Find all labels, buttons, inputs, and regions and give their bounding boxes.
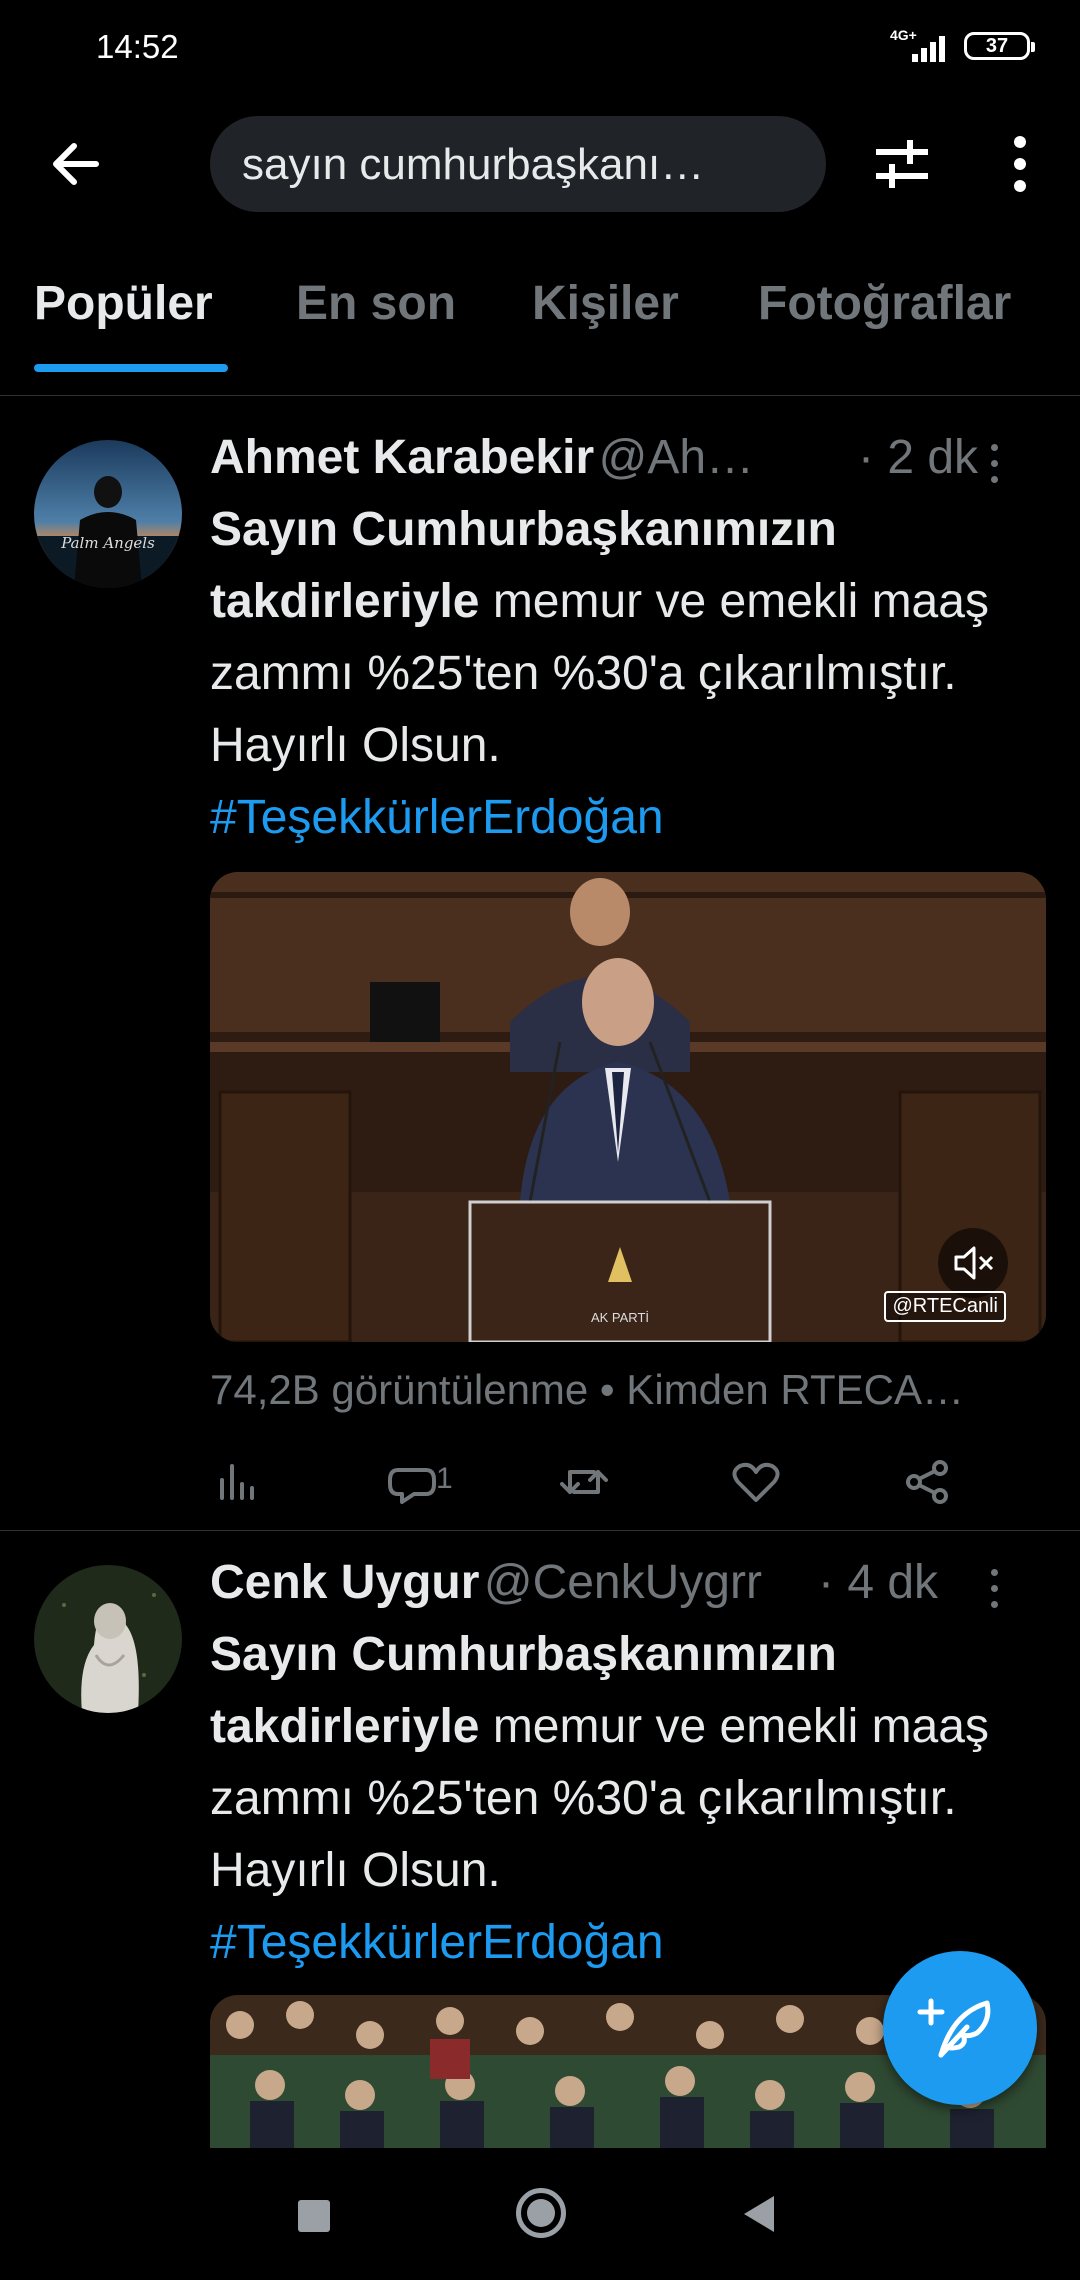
signal-icon [912,30,952,62]
svg-text:Palm Angels: Palm Angels [60,534,155,552]
tweet[interactable]: Palm Angels Ahmet Karabekir @Ah… · 2 dk … [0,396,1080,1530]
svg-text:AK PARTİ: AK PARTİ [591,1310,649,1325]
back-button[interactable] [44,132,108,196]
mute-button[interactable] [938,1228,1008,1298]
avatar-image [34,1565,182,1713]
video-thumbnail: AK PARTİ [210,872,1046,1342]
arrow-left-icon [53,143,99,185]
bar-chart-icon [220,1464,254,1500]
tab-popular[interactable]: Popüler [34,276,213,331]
recents-button[interactable] [298,2200,330,2232]
search-filter-button[interactable] [870,132,934,196]
author-handle[interactable]: @Ah… [599,431,754,484]
retweet-icon [560,1470,608,1494]
share-button[interactable] [898,1452,958,1512]
tweet-more-icon[interactable] [988,1569,1000,1609]
battery-level: 37 [985,35,1009,57]
tweet-more-icon[interactable] [988,444,1000,484]
reply-button[interactable]: 1 [382,1452,482,1512]
tweet-time[interactable]: · 2 dk [858,430,978,485]
share-icon [906,1460,948,1504]
tab-people[interactable]: Kişiler [532,276,679,331]
status-bar: 14:52 4G+ 37 [0,0,1080,96]
hashtag-link[interactable]: #TeşekkürlerErdoğan [210,1916,664,1969]
video-watermark: @RTECanli [884,1291,1006,1322]
tweet-header: Cenk Uygur @CenkUygrr · 4 dk [210,1555,1040,1615]
tweet-video[interactable]: AK PARTİ @RTECanli [210,872,1046,1342]
volume-mute-icon [954,1246,994,1280]
tweet-time[interactable]: · 4 dk [818,1555,938,1610]
view-count: 74,2B görüntülenme • Kimden RTECA… [210,1366,964,1413]
feather-plus-icon [917,1998,991,2058]
battery-icon: 37 [964,32,1035,60]
status-time: 14:52 [96,28,179,65]
tweet-actions: 1 [210,1452,1040,1512]
heart-icon [732,1462,780,1502]
tab-photos[interactable]: Fotoğraflar [758,276,1011,331]
tweet-text: Sayın Cumhurbaşkanımızın takdirleriyle m… [210,494,1040,854]
home-button[interactable] [516,2188,566,2238]
more-options-button[interactable] [988,132,1052,196]
analytics-button[interactable] [210,1452,270,1512]
search-tabs: Popüler En son Kişiler Fotoğraflar [0,246,1080,396]
system-navigation-bar [0,2148,1080,2280]
active-tab-indicator [34,364,228,372]
avatar-image: Palm Angels [34,440,182,588]
vertical-dots-icon [1014,136,1026,192]
like-button[interactable] [726,1452,786,1512]
avatar[interactable] [34,1565,182,1713]
comment-icon [388,1468,436,1504]
author-handle[interactable]: @CenkUygrr [484,1556,762,1609]
system-back-button[interactable] [744,2196,774,2232]
search-input[interactable]: sayın cumhurbaşkanı… [210,116,826,212]
compose-tweet-button[interactable] [883,1951,1037,2105]
search-header: sayın cumhurbaşkanı… [0,96,1080,236]
avatar[interactable]: Palm Angels [34,440,182,588]
tweet-text: Sayın Cumhurbaşkanımızın takdirleriyle m… [210,1619,1040,1979]
sliders-icon [876,140,928,188]
tab-latest[interactable]: En son [296,276,456,331]
hashtag-link[interactable]: #TeşekkürlerErdoğan [210,791,664,844]
author-name[interactable]: Cenk Uygur [210,1556,479,1609]
tweet-header: Ahmet Karabekir @Ah… · 2 dk [210,430,1040,490]
reply-count: 1 [436,1462,453,1495]
search-query: sayın cumhurbaşkanı… [242,140,705,189]
author-name[interactable]: Ahmet Karabekir [210,431,594,484]
retweet-button[interactable] [554,1452,614,1512]
